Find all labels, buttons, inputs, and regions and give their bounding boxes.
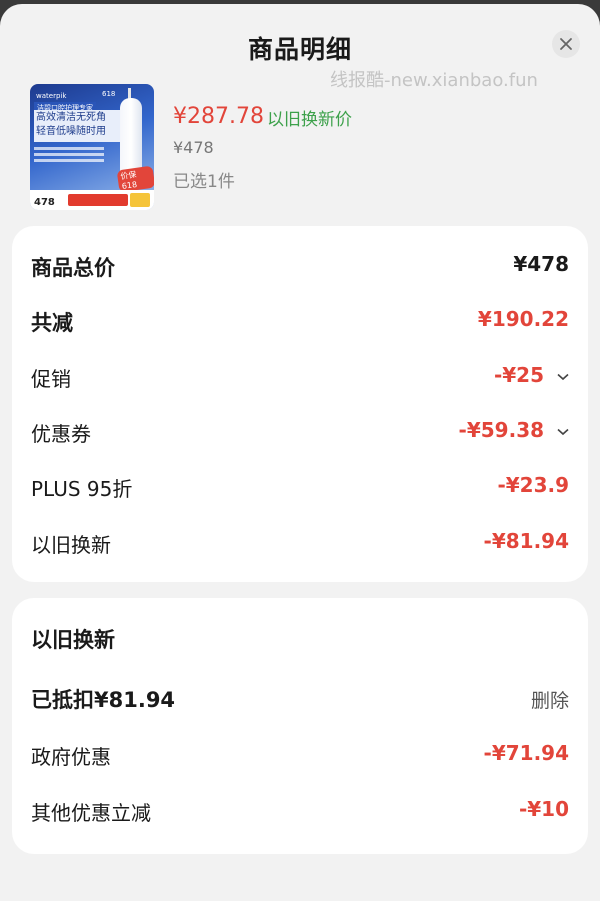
trade-in-deducted: 已抵扣¥81.94 xyxy=(31,688,176,712)
summary-value: -¥25 xyxy=(493,363,545,387)
summary-label: 共减 xyxy=(31,311,73,335)
summary-row-promotion[interactable]: 促销 -¥25 xyxy=(31,363,569,393)
chevron-down-icon[interactable] xyxy=(557,373,569,381)
image-yellow-tag xyxy=(130,193,150,207)
trade-in-label: 政府优惠 xyxy=(31,745,111,769)
sheet-title: 商品明细 xyxy=(247,35,352,64)
image-headline-1: 高效清洁无死角 xyxy=(36,112,106,123)
trade-in-row-government: 政府优惠 -¥71.94 xyxy=(31,741,569,771)
trade-in-price: ¥287.78 xyxy=(173,104,264,129)
image-promo-badge: 价保618 xyxy=(116,165,154,193)
trade-in-price-label: 以旧换新价 xyxy=(267,110,352,130)
summary-value: -¥81.94 xyxy=(483,529,569,553)
summary-label: PLUS 95折 xyxy=(31,477,133,501)
image-price-tag: 478 xyxy=(34,197,55,208)
image-brand-tag: 618 xyxy=(102,90,116,98)
trade-in-deducted-row: 已抵扣¥81.94 删除 xyxy=(31,684,569,714)
trade-in-card: 以旧换新 已抵扣¥81.94 删除 政府优惠 -¥71.94 其他优惠立减 -¥… xyxy=(12,598,588,854)
selected-count: 已选1件 xyxy=(173,172,235,192)
summary-label: 优惠券 xyxy=(31,422,91,446)
summary-row-total: 商品总价 ¥478 xyxy=(31,252,569,282)
trade-in-value: -¥71.94 xyxy=(483,741,569,765)
summary-value: -¥23.9 xyxy=(497,473,569,497)
product-detail-sheet: 商品明细 线报酷-new.xianbao.fun waterpik 618 洁碧… xyxy=(0,4,600,901)
trade-in-label: 其他优惠立减 xyxy=(31,801,151,825)
trade-in-title-row: 以旧换新 xyxy=(31,624,569,654)
image-red-bar xyxy=(68,194,128,206)
summary-label: 商品总价 xyxy=(31,256,115,280)
close-button[interactable] xyxy=(552,30,580,58)
watermark: 线报酷-new.xianbao.fun xyxy=(330,70,538,91)
chevron-down-icon[interactable] xyxy=(557,428,569,436)
summary-value-wrap: -¥59.38 xyxy=(459,418,569,442)
image-feature-lines xyxy=(34,144,112,174)
image-brand: waterpik xyxy=(36,92,67,100)
price-summary-card: 商品总价 ¥478 共减 ¥190.22 促销 -¥25 优惠券 -¥59.38 xyxy=(12,226,588,582)
summary-row-total-discount: 共减 ¥190.22 xyxy=(31,307,569,337)
trade-in-row-other: 其他优惠立减 -¥10 xyxy=(31,797,569,827)
summary-value-wrap: -¥25 xyxy=(494,363,569,387)
image-headline-2: 轻音低噪随时用 xyxy=(36,126,106,137)
summary-row-trade-in: 以旧换新 -¥81.94 xyxy=(31,529,569,559)
summary-value: ¥190.22 xyxy=(477,307,569,331)
summary-label: 促销 xyxy=(31,367,71,391)
original-price: ¥478 xyxy=(173,138,214,157)
summary-value: -¥59.38 xyxy=(458,418,545,442)
summary-value: ¥478 xyxy=(513,252,569,276)
summary-row-coupon[interactable]: 优惠券 -¥59.38 xyxy=(31,418,569,448)
trade-in-title: 以旧换新 xyxy=(31,628,115,652)
summary-row-plus: PLUS 95折 -¥23.9 xyxy=(31,473,569,503)
summary-label: 以旧换新 xyxy=(31,533,111,557)
product-image[interactable]: waterpik 618 洁碧口腔护理专家 高效清洁无死角 轻音低噪随时用 价保… xyxy=(30,84,154,210)
image-banner: 高效清洁无死角 轻音低噪随时用 xyxy=(34,110,120,142)
close-icon xyxy=(560,38,572,50)
trade-in-value: -¥10 xyxy=(518,797,569,821)
delete-button[interactable]: 删除 xyxy=(531,686,569,713)
